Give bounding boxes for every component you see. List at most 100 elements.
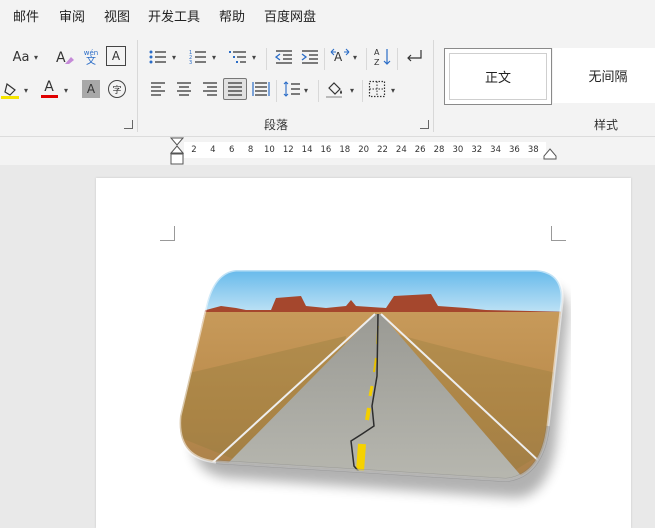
style-normal[interactable]: 正文 <box>444 48 552 105</box>
menu-review[interactable]: 审阅 <box>59 0 85 36</box>
divider <box>397 48 398 70</box>
inserted-picture[interactable] <box>176 266 571 516</box>
line-spacing-icon <box>283 81 301 97</box>
line-spacing-button[interactable] <box>280 78 304 100</box>
ruler-tick-label: 20 <box>358 145 370 155</box>
bullet-list-icon <box>149 49 167 65</box>
menu-developer[interactable]: 开发工具 <box>148 0 200 36</box>
ruler-tick-label: 38 <box>527 145 539 155</box>
font-color-bar <box>40 95 58 98</box>
margin-corner-mark <box>160 226 175 241</box>
show-paragraph-marks-button[interactable] <box>402 46 426 68</box>
chevron-down-icon[interactable]: ▾ <box>350 86 354 95</box>
numbering-button[interactable]: 123 <box>186 46 210 68</box>
horizontal-ruler[interactable]: 2 4 6 8 10 12 14 16 18 20 22 24 26 28 30 32 34 36 38 <box>184 142 546 158</box>
distributed-button[interactable] <box>249 78 273 100</box>
highlight-button[interactable] <box>0 79 22 101</box>
menu-help[interactable]: 帮助 <box>219 0 245 36</box>
border-grid-icon <box>368 80 386 98</box>
character-shading-label: A <box>86 82 96 96</box>
align-center-icon <box>176 82 192 96</box>
enclose-characters-button[interactable]: 字 <box>106 78 128 100</box>
chevron-down-icon[interactable]: ▾ <box>212 53 216 62</box>
chevron-down-icon[interactable]: ▾ <box>391 86 395 95</box>
bullets-button[interactable] <box>146 46 170 68</box>
align-left-button[interactable] <box>146 78 170 100</box>
borders-button[interactable] <box>365 78 389 100</box>
change-case-label: Aa <box>12 49 30 65</box>
indent-marker-icon[interactable] <box>170 137 184 166</box>
svg-text:3: 3 <box>189 60 192 65</box>
chevron-down-icon[interactable]: ▾ <box>304 86 308 95</box>
group-divider <box>137 40 138 132</box>
svg-text:Z: Z <box>374 58 380 67</box>
ruler-tick-label: 36 <box>509 145 520 155</box>
ruler-tick-label: 18 <box>339 145 351 155</box>
ruler-tick-label: 26 <box>414 145 426 155</box>
character-border-button[interactable]: A <box>106 46 126 66</box>
font-color-button[interactable]: A <box>38 78 60 100</box>
menu-baidu-netdisk[interactable]: 百度网盘 <box>264 0 316 36</box>
multilevel-list-button[interactable] <box>226 46 250 68</box>
svg-text:A: A <box>374 48 380 57</box>
align-right-icon <box>202 82 218 96</box>
clear-formatting-button[interactable]: A <box>53 46 77 68</box>
ruler-tick-label: 32 <box>471 145 483 155</box>
paragraph-group-label: 段落 <box>264 118 289 132</box>
document-page[interactable] <box>96 178 631 528</box>
paragraph-dialog-launcher-icon[interactable] <box>420 120 429 129</box>
character-shading-button[interactable]: A <box>82 80 100 98</box>
ruler-tick-label: 34 <box>490 145 502 155</box>
decrease-indent-icon <box>275 49 293 65</box>
increase-indent-button[interactable] <box>298 46 322 68</box>
font-color-label: A <box>44 79 54 95</box>
text-direction-button[interactable]: A <box>328 46 352 68</box>
divider <box>276 80 277 102</box>
decrease-indent-button[interactable] <box>272 46 296 68</box>
chevron-down-icon[interactable]: ▾ <box>353 53 357 62</box>
justify-button[interactable] <box>223 78 247 100</box>
chevron-down-icon[interactable]: ▾ <box>34 53 38 62</box>
ruler-tick-label: 10 <box>263 145 275 155</box>
align-right-button[interactable] <box>198 78 222 100</box>
style-no-spacing[interactable]: 无间隔 <box>553 48 655 103</box>
menu-view[interactable]: 视图 <box>104 0 130 36</box>
chevron-down-icon[interactable]: ▾ <box>24 86 28 95</box>
right-indent-marker-icon[interactable] <box>543 148 557 160</box>
menu-bar: 邮件 审阅 视图 开发工具 帮助 百度网盘 <box>0 0 655 36</box>
multilevel-list-icon <box>229 49 247 65</box>
increase-indent-icon <box>301 49 319 65</box>
clear-format-icon: A <box>55 48 75 66</box>
ruler-tick-label: 8 <box>247 145 254 155</box>
justify-icon <box>227 82 243 96</box>
numbered-list-icon: 123 <box>189 49 207 65</box>
enclose-char-icon: 字 <box>108 80 126 98</box>
sort-az-icon: AZ <box>373 47 393 67</box>
change-case-button[interactable]: Aa <box>9 46 33 68</box>
highlighter-icon <box>1 80 21 100</box>
phonetic-guide-button[interactable]: wén 文 <box>80 45 102 71</box>
sort-button[interactable]: AZ <box>371 46 395 68</box>
ruler-tick-label: 28 <box>433 145 445 155</box>
shading-button[interactable] <box>323 78 347 100</box>
font-dialog-launcher-icon[interactable] <box>124 120 133 129</box>
margin-corner-mark <box>551 226 566 241</box>
ruler-tick-label: 4 <box>210 145 216 155</box>
chevron-down-icon[interactable]: ▾ <box>252 53 256 62</box>
ruler-tick-label: 14 <box>301 145 313 155</box>
character-border-label: A <box>111 49 121 63</box>
divider <box>318 80 319 102</box>
menu-mailings[interactable]: 邮件 <box>13 0 39 36</box>
chevron-down-icon[interactable]: ▾ <box>172 53 176 62</box>
ruler-tick-label: 24 <box>395 145 407 155</box>
style-normal-label: 正文 <box>449 53 547 100</box>
align-center-button[interactable] <box>172 78 196 100</box>
paragraph-mark-icon <box>405 49 423 65</box>
styles-group-label: 样式 <box>594 118 619 132</box>
chevron-down-icon[interactable]: ▾ <box>64 86 68 95</box>
ruler-tick-label: 2 <box>191 145 197 155</box>
character-scaling-icon: A <box>330 48 350 66</box>
ruler-tick-label: 16 <box>320 145 332 155</box>
paint-bucket-icon <box>325 79 345 99</box>
ruler-tick-label: 12 <box>282 145 294 155</box>
